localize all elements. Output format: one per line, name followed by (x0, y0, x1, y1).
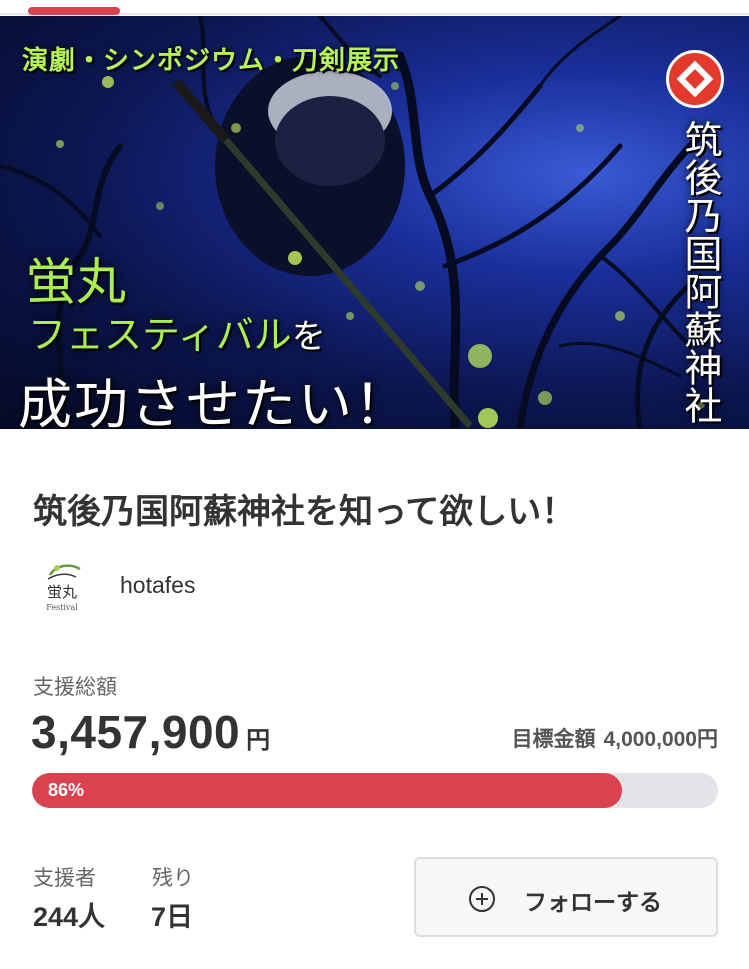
funding-progress-percent: 86% (48, 780, 85, 800)
goal-amount: 目標金額 4,000,000円 (512, 723, 718, 753)
currency-unit: 円 (246, 727, 271, 754)
hero-caption: 演劇・シンポジウム・刀剣展示 (22, 46, 401, 76)
remaining-label: 残り (152, 867, 194, 890)
shrine-crest-icon (666, 50, 724, 108)
follow-button-label: フォローする (524, 889, 662, 915)
project-title: 筑後乃国阿蘇神社を知って欲しい！ (33, 493, 576, 531)
follow-button[interactable]: フォローする (414, 857, 718, 937)
hero-title-line2-text: フェスティバル (28, 313, 292, 357)
remaining-days: 7日 (151, 902, 194, 932)
backers-label: 支援者 (33, 867, 96, 890)
owner-avatar-text: 蛍丸 (47, 583, 77, 601)
goal-value: 4,000,000円 (603, 728, 718, 751)
funding-progress-fill (32, 773, 622, 808)
top-tab-bar (0, 0, 749, 16)
active-tab-indicator (28, 7, 120, 15)
funding-progress-bar: 86% (32, 773, 718, 808)
owner-avatar-subtext: Festival (46, 603, 78, 612)
owner-avatar[interactable]: 蛍丸 Festival (36, 559, 88, 613)
hero-title-line2: フェスティバルを (28, 304, 326, 359)
shrine-name-vertical: 筑後乃国阿蘇神社 (678, 120, 722, 424)
project-hero-image: 演劇・シンポジウム・刀剣展示 蛍丸 フェスティバルを 成功させたい！ 筑後乃国阿… (0, 16, 749, 429)
goal-label: 目標金額 (511, 728, 596, 751)
plus-circle-icon (469, 886, 495, 912)
backers-count: 244人 (33, 902, 106, 932)
total-funding-value: 3,457,900 (31, 706, 241, 758)
total-funding-label: 支援総額 (33, 676, 117, 699)
hero-title-line3: 成功させたい！ (18, 373, 410, 429)
hero-title-line2-suffix: を (291, 317, 326, 357)
owner-name-link[interactable]: hotafes (120, 572, 195, 599)
total-funding-amount: 3,457,900 円 (31, 705, 271, 759)
